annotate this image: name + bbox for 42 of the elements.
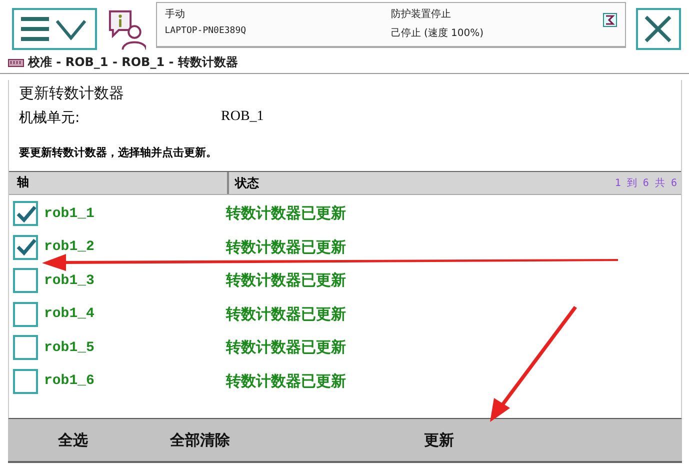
status-panel[interactable]: 手动 LAPTOP-PN0E389Q 防护装置停止 己停止 (速度 100%) (156, 2, 626, 48)
checkbox[interactable] (13, 335, 38, 360)
checkbox[interactable] (13, 268, 38, 294)
menu-button[interactable] (12, 8, 96, 50)
safety-state: 防护装置停止 (390, 8, 451, 21)
status-text: 转数计数器已更新 (226, 238, 346, 257)
controller-name: LAPTOP-PN0E389Q (164, 26, 246, 36)
axis-name[interactable]: rob1_4 (44, 306, 226, 322)
command-button[interactable]: 全部清除 (164, 426, 236, 454)
unit-value: ROB_1 (221, 109, 264, 126)
run-state: 己停止 (速度 100%) (390, 26, 484, 40)
calibration-icon (8, 58, 24, 66)
axis-name[interactable]: rob1_3 (44, 272, 226, 289)
breadcrumb: 校准 - ROB_1 - ROB_1 - 转数计数器 (28, 54, 238, 71)
checkbox[interactable] (13, 234, 38, 260)
close-button[interactable] (636, 8, 681, 50)
panel-title: 更新转数计数器 (18, 83, 124, 103)
column-header: 状态 1 到 6 共 6 (234, 174, 678, 192)
axis-name[interactable]: rob1_2 (44, 239, 226, 256)
checkmark-icon (16, 237, 36, 258)
unit-label: 机械单元: (19, 109, 81, 127)
close-icon (643, 14, 674, 44)
instruction-text: 要更新转数计数器，选择轴并点击更新。 (18, 145, 217, 160)
status-text: 转数计数器已更新 (226, 204, 346, 224)
checkbox[interactable] (13, 201, 38, 226)
row-range: 1 到 6 共 6 (614, 176, 677, 190)
info-person-icon[interactable] (106, 8, 146, 52)
status-text: 转数计数器已更新 (226, 304, 346, 324)
status-text: 转数计数器已更新 (226, 338, 346, 358)
axis-name[interactable]: rob1_6 (44, 373, 226, 390)
axis-name[interactable]: rob1_5 (44, 340, 226, 356)
status-text: 转数计数器已更新 (226, 372, 346, 391)
column-header: 轴 (9, 172, 229, 194)
checkbox[interactable] (13, 368, 38, 394)
task-icon[interactable] (602, 13, 617, 27)
checkbox[interactable] (13, 302, 38, 327)
checkmark-icon (16, 204, 36, 224)
operating-mode: 手动 (164, 8, 185, 21)
command-button[interactable]: 更新 (418, 426, 460, 454)
command-button[interactable]: 全选 (52, 426, 94, 454)
axis-name[interactable]: rob1_1 (44, 206, 226, 222)
status-text: 转数计数器已更新 (226, 271, 346, 290)
